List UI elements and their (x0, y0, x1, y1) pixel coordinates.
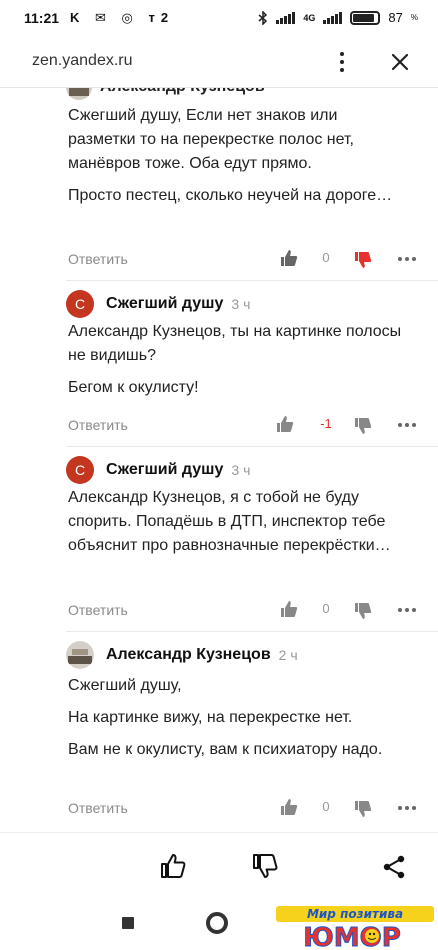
thumb-up-icon[interactable] (280, 798, 298, 816)
comment-author[interactable]: Александр Кузнецов (106, 646, 271, 664)
comment-author[interactable]: Александр Кузнецов (100, 88, 265, 96)
comment-paragraph: Александр Кузнецов, ты на картинке полос… (68, 323, 402, 364)
like-icon[interactable] (160, 853, 186, 879)
network-type: 4G (303, 12, 316, 23)
thumb-up-icon[interactable] (280, 249, 298, 267)
comment-actions: Ответить 0 (68, 596, 418, 624)
thumb-down-icon-active[interactable] (354, 251, 372, 269)
more-icon[interactable] (398, 608, 416, 612)
comment-header: С Сжегший душу 3 ч (66, 455, 250, 485)
comment-author[interactable]: Сжегший душу (106, 295, 223, 313)
article-action-bar (0, 832, 438, 900)
avatar[interactable]: С (66, 456, 94, 484)
comment-actions: Ответить -1 (68, 411, 418, 439)
avatar[interactable] (66, 88, 92, 100)
share-icon[interactable] (382, 855, 406, 879)
status-time: 11:21 (24, 10, 60, 26)
comments-list: Александр Кузнецов Сжегший душу, Если не… (0, 88, 438, 832)
signal-2-icon (323, 11, 343, 24)
comment-paragraph: Вам не к окулисту, вам к психиатору надо… (68, 741, 383, 758)
reply-button[interactable]: Ответить (68, 417, 128, 433)
comment-header-clipped: Александр Кузнецов (66, 88, 265, 100)
thumb-up-icon[interactable] (276, 415, 294, 433)
humor-logo-watermark: Мир позитива ЮМОР (276, 906, 434, 950)
thumb-down-icon[interactable] (354, 417, 372, 435)
more-icon[interactable] (398, 423, 416, 427)
comment-actions: Ответить 0 (68, 794, 418, 822)
notification-icons: K ✉ ◎ т2 (70, 10, 175, 25)
comment-actions: Ответить 0 (68, 245, 418, 273)
reply-button[interactable]: Ответить (68, 800, 128, 816)
separator (66, 280, 438, 281)
separator (66, 631, 438, 632)
signal-icon (276, 11, 296, 24)
separator (66, 446, 438, 447)
more-menu-icon[interactable] (330, 46, 354, 78)
comment-body: Сжегший душу, На картинке вижу, на перек… (68, 674, 408, 770)
bluetooth-icon (258, 10, 268, 25)
comment-score: 0 (322, 799, 330, 814)
status-right: 4G 87 % (258, 10, 418, 25)
browser-bar: zen.yandex.ru (0, 36, 438, 88)
comment-time: 3 ч (231, 296, 251, 312)
comment-score: 0 (322, 601, 330, 616)
reply-button[interactable]: Ответить (68, 602, 128, 618)
url-text[interactable]: zen.yandex.ru (32, 52, 133, 70)
more-icon[interactable] (398, 257, 416, 261)
svg-text:Мир позитива: Мир позитива (307, 907, 403, 921)
status-bar: 11:21 K ✉ ◎ т2 4G 87 % (0, 0, 438, 36)
recents-button[interactable] (122, 917, 134, 929)
comment-paragraph: Александр Кузнецов, я с тобой не буду сп… (68, 489, 391, 554)
home-button[interactable] (206, 912, 228, 934)
comment-body: Александр Кузнецов, я с тобой не буду сп… (68, 486, 408, 566)
comment-score: -1 (320, 416, 332, 431)
comment-body: Сжегший душу, Если нет знаков или размет… (68, 104, 408, 216)
thumb-down-icon[interactable] (354, 800, 372, 818)
comment-time: 2 ч (278, 647, 298, 663)
svg-text:ЮМОР: ЮМОР (303, 923, 401, 950)
reply-button[interactable]: Ответить (68, 251, 128, 267)
comment-body: Александр Кузнецов, ты на картинке полос… (68, 320, 408, 408)
comment-paragraph: Бегом к окулисту! (68, 379, 199, 396)
thumb-up-icon[interactable] (280, 600, 298, 618)
close-icon[interactable] (388, 50, 412, 74)
avatar[interactable] (66, 641, 94, 669)
comment-author[interactable]: Сжегший душу (106, 461, 223, 479)
system-nav-bar: Мир позитива ЮМОР (0, 900, 438, 950)
more-icon[interactable] (398, 806, 416, 810)
comment-header: Александр Кузнецов 2 ч (66, 640, 298, 670)
comment-paragraph: Сжегший душу, Если нет знаков или размет… (68, 107, 354, 172)
comment-header: С Сжегший душу 3 ч (66, 289, 250, 319)
comment-paragraph: Просто пестец, сколько неучей на дороге… (68, 187, 393, 204)
battery-icon (350, 10, 381, 25)
battery-fill (353, 13, 375, 22)
comment-time: 3 ч (231, 462, 251, 478)
comment-paragraph: Сжегший душу, (68, 677, 182, 694)
comment-score: 0 (322, 250, 330, 265)
avatar[interactable]: С (66, 290, 94, 318)
comment-paragraph: На картинке вижу, на перекрестке нет. (68, 709, 353, 726)
dislike-icon[interactable] (252, 853, 278, 879)
percent-sign: % (410, 13, 418, 22)
thumb-down-icon[interactable] (354, 602, 372, 620)
battery-level: 87 (388, 10, 403, 25)
